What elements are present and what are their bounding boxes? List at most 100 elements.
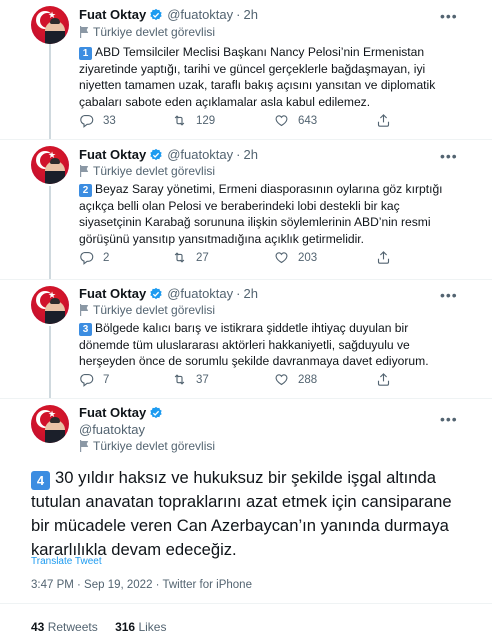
tweet-header: Fuat Oktay <box>79 405 163 420</box>
author-handle[interactable]: @fuatoktay <box>79 422 145 437</box>
number-emoji: 1 <box>79 47 92 60</box>
avatar[interactable]: ★ <box>31 405 69 443</box>
tweet-text-content: ABD Temsilciler Meclisi Başkanı Nancy Pe… <box>79 45 436 109</box>
likes-count: 316 <box>115 620 136 634</box>
tweet-time[interactable]: 2h <box>243 147 257 162</box>
tweet-actions: 7 37 288 <box>79 372 409 388</box>
avatar[interactable]: ★ <box>31 286 69 324</box>
retweet-icon <box>174 252 185 263</box>
like-icon <box>275 115 288 127</box>
retweets-stat[interactable]: 43 Retweets <box>31 620 98 634</box>
likes-stat[interactable]: 316 Likes <box>115 620 166 634</box>
gov-label: Türkiye devlet görevlisi <box>79 439 215 453</box>
author-handle[interactable]: @fuatoktay <box>167 147 233 162</box>
translate-tweet-link[interactable]: Translate Tweet <box>31 556 102 567</box>
thread-line <box>49 326 51 398</box>
avatar[interactable]: ★ <box>31 146 69 184</box>
reply-button[interactable]: 7 <box>79 372 109 387</box>
more-icon[interactable]: ••• <box>440 9 457 25</box>
tweet-header: Fuat Oktay @fuatoktay · 2h <box>79 286 258 301</box>
gov-label-text: Türkiye devlet görevlisi <box>93 303 216 317</box>
retweet-count: 129 <box>196 114 216 127</box>
more-icon[interactable]: ••• <box>440 149 457 165</box>
retweet-icon <box>174 115 185 126</box>
verified-badge-icon <box>150 148 162 160</box>
thread-line <box>49 44 51 140</box>
like-icon <box>275 252 288 264</box>
author-handle[interactable]: @fuatoktay <box>167 7 233 22</box>
retweet-button[interactable]: 27 <box>172 250 209 265</box>
verified-badge-icon <box>150 406 162 418</box>
tweet-text: 1 ABD Temsilciler Meclisi Başkanı Nancy P… <box>79 44 449 110</box>
main-tweet-text-content: 30 yıldır haksız ve hukuksuz bir şekilde… <box>31 468 452 559</box>
likes-label: Likes <box>138 620 167 634</box>
gov-label: Türkiye devlet görevlisi <box>79 303 215 317</box>
more-icon[interactable]: ••• <box>440 288 457 304</box>
separator-dot: · <box>236 147 241 162</box>
reply-icon <box>80 251 94 265</box>
like-count: 288 <box>298 373 318 386</box>
number-emoji: 3 <box>79 323 92 336</box>
gov-label-text: Türkiye devlet görevlisi <box>93 25 216 39</box>
share-button[interactable] <box>376 250 400 265</box>
like-icon <box>275 374 288 386</box>
retweet-button[interactable]: 129 <box>172 113 215 128</box>
thread-line <box>49 186 51 280</box>
tweet-header: Fuat Oktay @fuatoktay · 2h <box>79 147 258 162</box>
divider <box>0 603 492 604</box>
tweet-actions: 33 129 643 <box>79 113 409 129</box>
like-count: 203 <box>298 251 318 264</box>
gov-label: Türkiye devlet görevlisi <box>79 164 215 178</box>
more-icon[interactable]: ••• <box>440 412 457 428</box>
share-icon <box>377 251 390 264</box>
retweet-button[interactable]: 37 <box>172 372 209 387</box>
author-name[interactable]: Fuat Oktay <box>79 286 146 301</box>
portrait <box>45 158 65 184</box>
retweets-count: 43 <box>31 620 45 634</box>
tweet-text: 3 Bölgede kalıcı barış ve istikrara şidde… <box>79 320 449 370</box>
turkey-flag-icon <box>80 440 89 452</box>
tweet-actions: 2 27 203 <box>79 250 409 266</box>
share-icon <box>377 373 390 386</box>
author-name[interactable]: Fuat Oktay <box>79 147 146 162</box>
author-name[interactable]: Fuat Oktay <box>79 405 146 420</box>
like-button[interactable]: 203 <box>274 250 317 265</box>
divider <box>0 398 492 399</box>
author-handle[interactable]: @fuatoktay <box>167 286 233 301</box>
gov-label-text: Türkiye devlet görevlisi <box>93 164 216 178</box>
turkey-flag-icon <box>80 304 89 316</box>
tweet-text: 2 Beyaz Saray yönetimi, Ermeni diasporası… <box>79 181 449 247</box>
share-icon <box>377 114 390 127</box>
share-button[interactable] <box>376 113 400 128</box>
tweet-time[interactable]: 2h <box>243 7 257 22</box>
reply-button[interactable]: 2 <box>79 250 109 265</box>
number-emoji: 4 <box>31 471 50 490</box>
share-button[interactable] <box>376 372 400 387</box>
tweet-time[interactable]: 2h <box>243 286 257 301</box>
avatar[interactable]: ★ <box>31 6 69 44</box>
reply-icon <box>80 373 94 387</box>
portrait <box>45 18 65 44</box>
engagement-counts: 43 Retweets 316 Likes <box>31 620 166 634</box>
portrait <box>45 417 65 443</box>
reply-icon <box>80 114 94 128</box>
reply-button[interactable]: 33 <box>79 113 116 128</box>
reply-count: 33 <box>103 114 116 127</box>
separator-dot: · <box>236 286 241 301</box>
reply-count: 7 <box>103 373 110 386</box>
tweet-timestamp[interactable]: 3:47 PM · Sep 19, 2022 · Twitter for iPh… <box>31 579 252 591</box>
retweet-icon <box>174 374 185 385</box>
tweet-header: Fuat Oktay @fuatoktay · 2h <box>79 7 258 22</box>
handle-row: @fuatoktay <box>79 422 145 437</box>
tweet-text-content: Beyaz Saray yönetimi, Ermeni diasporasın… <box>79 182 443 246</box>
portrait <box>45 298 65 324</box>
turkey-flag-icon <box>80 26 89 38</box>
author-name[interactable]: Fuat Oktay <box>79 7 146 22</box>
divider <box>0 279 492 280</box>
like-button[interactable]: 643 <box>274 113 317 128</box>
like-button[interactable]: 288 <box>274 372 317 387</box>
gov-label: Türkiye devlet görevlisi <box>79 25 215 39</box>
divider <box>0 139 492 140</box>
gov-label-text: Türkiye devlet görevlisi <box>93 439 216 453</box>
retweet-count: 27 <box>196 251 209 264</box>
